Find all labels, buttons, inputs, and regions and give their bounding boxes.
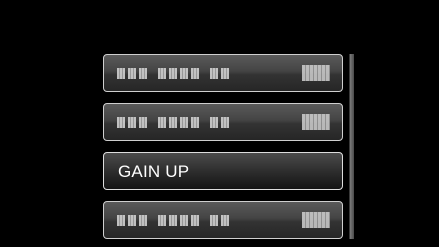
obscured-char — [210, 117, 218, 128]
obscured-char — [158, 117, 166, 128]
obscured-char — [210, 68, 218, 79]
obscured-char — [158, 68, 166, 79]
obscured-char — [128, 68, 136, 79]
menu-item-1[interactable] — [103, 54, 343, 92]
obscured-char — [117, 68, 125, 79]
obscured-char — [210, 215, 218, 226]
obscured-label — [117, 117, 229, 128]
menu-item-4[interactable] — [103, 201, 343, 239]
obscured-char — [191, 117, 199, 128]
obscured-char — [139, 215, 147, 226]
scrollbar-thumb[interactable] — [350, 54, 354, 239]
obscured-char — [221, 68, 229, 79]
obscured-space — [202, 215, 207, 226]
setting-value-icon — [302, 212, 330, 228]
obscured-label — [117, 215, 229, 226]
obscured-char — [158, 215, 166, 226]
setting-value-icon — [302, 114, 330, 130]
obscured-char — [139, 68, 147, 79]
menu-item-2[interactable] — [103, 103, 343, 141]
obscured-space — [202, 117, 207, 128]
obscured-char — [221, 215, 229, 226]
obscured-char — [128, 215, 136, 226]
obscured-space — [150, 68, 155, 79]
obscured-char — [117, 117, 125, 128]
obscured-char — [128, 117, 136, 128]
obscured-char — [191, 215, 199, 226]
menu-item-gain-up[interactable]: GAIN UP — [103, 152, 343, 190]
obscured-char — [191, 68, 199, 79]
obscured-char — [169, 68, 177, 79]
menu-item-label: GAIN UP — [118, 162, 190, 181]
obscured-space — [150, 117, 155, 128]
obscured-space — [150, 215, 155, 226]
setting-value-icon — [302, 65, 330, 81]
obscured-char — [180, 117, 188, 128]
obscured-char — [221, 117, 229, 128]
obscured-label — [117, 68, 229, 79]
obscured-char — [139, 117, 147, 128]
obscured-char — [169, 215, 177, 226]
obscured-char — [117, 215, 125, 226]
obscured-space — [202, 68, 207, 79]
obscured-char — [180, 215, 188, 226]
obscured-char — [169, 117, 177, 128]
camera-menu-screen: GAIN UP — [0, 0, 439, 247]
scrollbar[interactable] — [349, 54, 354, 239]
obscured-char — [180, 68, 188, 79]
